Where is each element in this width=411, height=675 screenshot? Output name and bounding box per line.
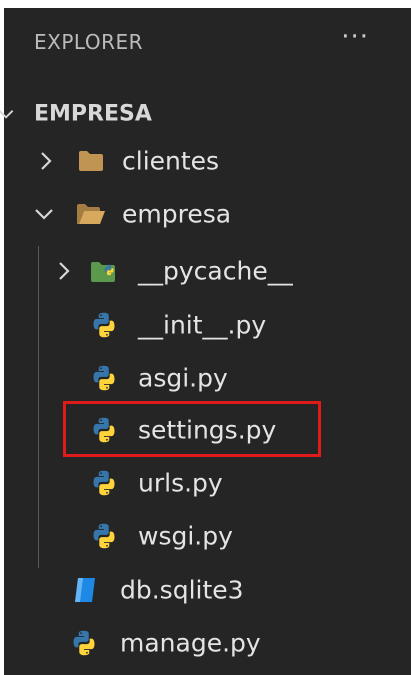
folder-icon	[79, 151, 103, 171]
tree-item-label: db.sqlite3	[120, 575, 244, 605]
root-label: EMPRESA	[34, 101, 152, 127]
chevron-down-icon	[0, 110, 14, 119]
python-file-icon	[90, 522, 118, 550]
chevron-down-icon	[32, 202, 56, 226]
tree-item-label: __init__.py	[138, 310, 267, 340]
more-actions-button[interactable]: ···	[341, 22, 369, 52]
tree-item-label: clientes	[122, 146, 220, 176]
tree-item-label: urls.py	[138, 468, 223, 498]
tree-item-db-sqlite3[interactable]: db.sqlite3	[4, 564, 411, 616]
explorer-title: EXPLORER	[34, 30, 143, 54]
python-file-icon	[90, 469, 118, 497]
database-file-icon	[75, 578, 95, 602]
tree-item-label: asgi.py	[138, 363, 228, 393]
explorer-header: EXPLORER ···	[4, 8, 411, 82]
tree-item-label: __pycache__	[138, 256, 293, 286]
python-file-icon	[70, 629, 98, 657]
tree-item-urls-py[interactable]: urls.py	[4, 457, 411, 509]
tree-item-manage-py[interactable]: manage.py	[4, 617, 411, 669]
folder-open-icon	[77, 204, 105, 224]
python-file-icon	[90, 364, 118, 392]
tree-item-empresa[interactable]: empresa	[4, 188, 411, 240]
tree-item-wsgi-py[interactable]: wsgi.py	[4, 510, 411, 562]
tree-item-asgi-py[interactable]: asgi.py	[4, 352, 411, 404]
chevron-right-icon	[34, 149, 58, 173]
tree-item-label: manage.py	[120, 628, 261, 658]
tree-item-clientes[interactable]: clientes	[4, 135, 411, 187]
tree-item-label: empresa	[122, 199, 232, 229]
tree-item-pycache[interactable]: __pycache__	[4, 245, 411, 297]
highlight-box	[63, 401, 321, 457]
tree-item-label: wsgi.py	[138, 521, 233, 551]
tree-root-empresa[interactable]: EMPRESA	[0, 88, 411, 140]
tree-item-init-py[interactable]: __init__.py	[4, 299, 411, 351]
explorer-panel: EXPLORER ··· EMPRESA clientes empresa __…	[0, 8, 411, 675]
pycache-folder-icon	[91, 262, 115, 282]
python-file-icon	[90, 311, 118, 339]
chevron-right-icon	[52, 259, 76, 283]
